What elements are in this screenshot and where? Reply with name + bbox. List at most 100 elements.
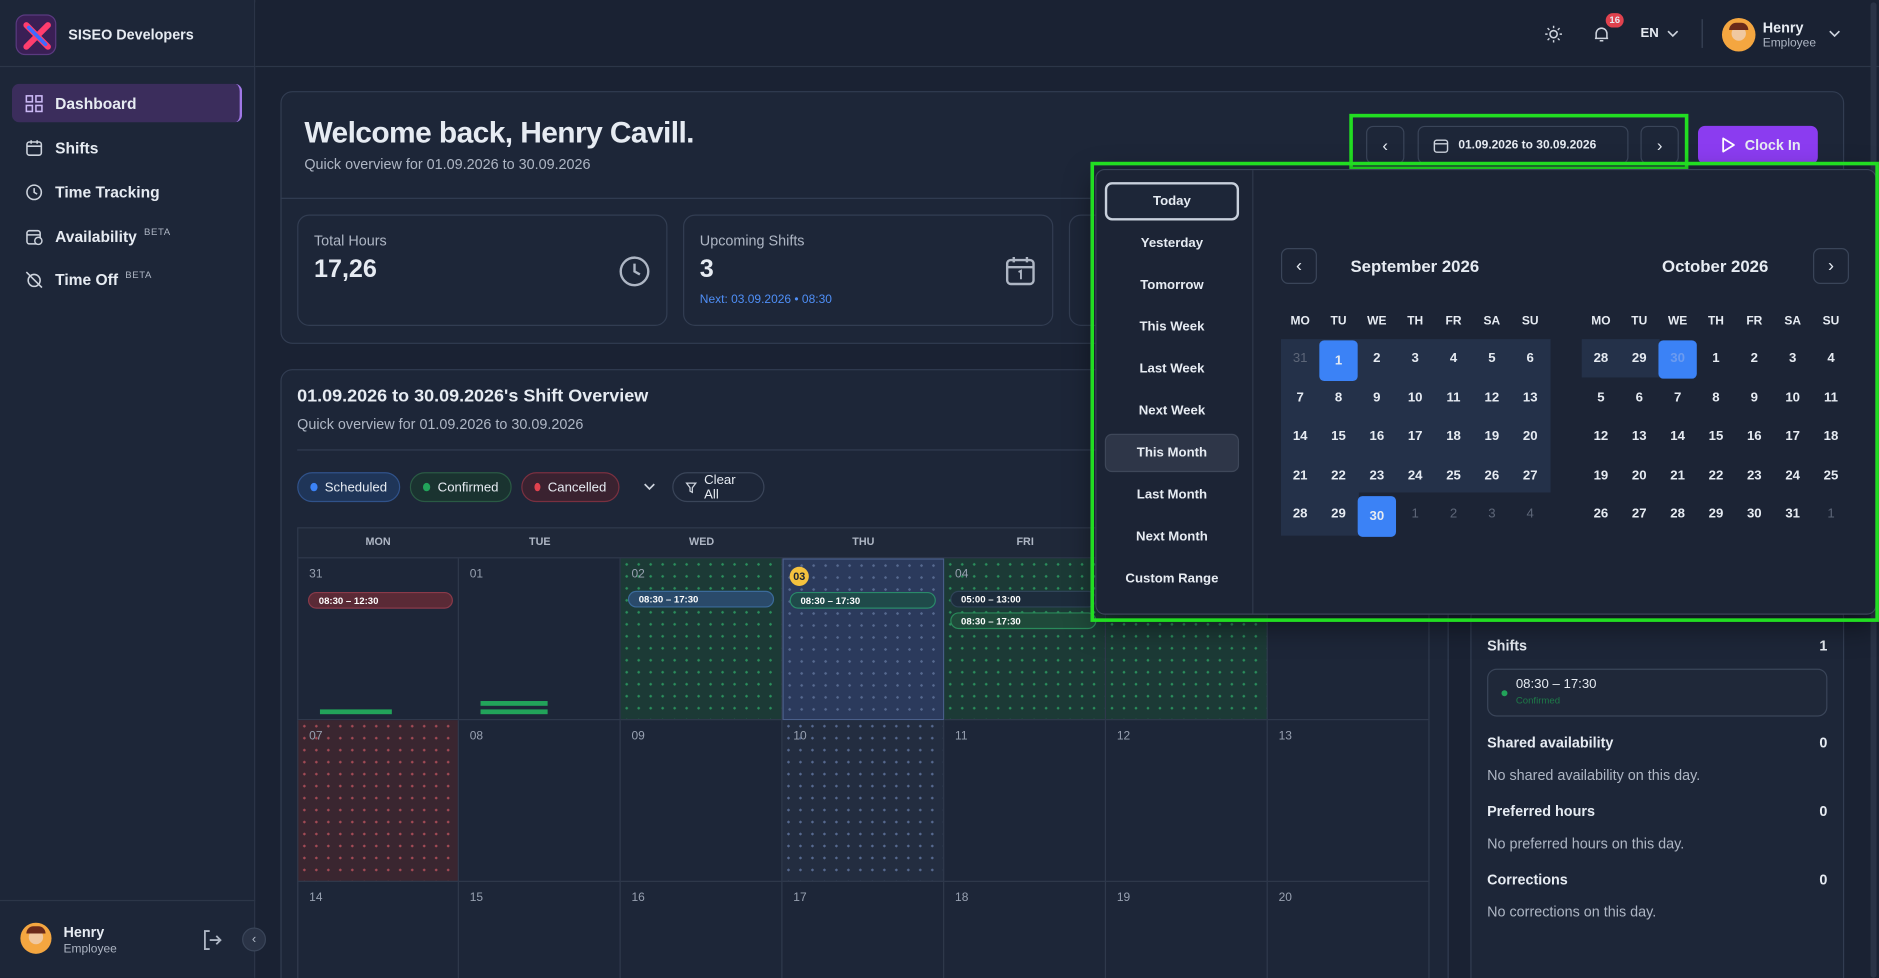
preset-today[interactable]: Today xyxy=(1104,182,1240,221)
preset-yesterday[interactable]: Yesterday xyxy=(1105,224,1239,262)
clear-all-button[interactable]: Clear All xyxy=(672,472,765,503)
day-cell[interactable]: 30 xyxy=(1735,496,1773,532)
day-cell[interactable]: 29 xyxy=(1620,340,1658,376)
day-cell[interactable]: 12 xyxy=(1582,418,1620,454)
day-cell[interactable]: 27 xyxy=(1511,457,1549,493)
preset-last-month[interactable]: Last Month xyxy=(1105,476,1239,514)
day-cell[interactable]: 17 xyxy=(1396,418,1434,454)
day-cell[interactable]: 16 xyxy=(1358,418,1396,454)
collapse-sidebar-button[interactable]: ‹ xyxy=(242,927,267,952)
calendar-day[interactable]: 19 xyxy=(1106,881,1268,978)
calendar-day[interactable]: 07 xyxy=(297,720,459,882)
filter-cancelled[interactable]: Cancelled xyxy=(521,472,620,503)
day-cell[interactable]: 1 xyxy=(1697,340,1735,376)
day-cell[interactable]: 12 xyxy=(1473,379,1511,415)
day-cell[interactable]: 5 xyxy=(1582,379,1620,415)
avatar[interactable] xyxy=(1721,17,1756,52)
filter-scheduled[interactable]: Scheduled xyxy=(297,472,401,503)
day-cell[interactable]: 9 xyxy=(1735,379,1773,415)
nav-time-tracking[interactable]: Time Tracking xyxy=(12,173,242,211)
day-cell[interactable]: 21 xyxy=(1658,457,1696,493)
day-cell[interactable]: 4 xyxy=(1434,340,1472,376)
calendar-day[interactable]: 13 xyxy=(1267,720,1430,882)
day-cell[interactable]: 25 xyxy=(1812,457,1850,493)
calendar-day-today[interactable]: 03 08:30 – 17:30 xyxy=(782,558,945,721)
day-cell[interactable]: 31 xyxy=(1773,496,1811,532)
nav-time-off[interactable]: Time Off BETA xyxy=(12,260,242,298)
day-cell[interactable]: 8 xyxy=(1697,379,1735,415)
preset-next-week[interactable]: Next Week xyxy=(1105,392,1239,430)
day-cell[interactable]: 26 xyxy=(1582,496,1620,532)
chevron-down-icon[interactable] xyxy=(643,482,655,492)
day-cell[interactable]: 18 xyxy=(1812,418,1850,454)
day-cell[interactable]: 15 xyxy=(1697,418,1735,454)
day-cell[interactable]: 6 xyxy=(1511,340,1549,376)
nav-shifts[interactable]: Shifts xyxy=(12,128,242,166)
calendar-day[interactable]: 04 05:00 – 13:00 08:30 – 17:30 xyxy=(944,558,1107,721)
day-cell-range-end[interactable]: 30 xyxy=(1357,496,1397,537)
calendar-day[interactable]: 31 08:30 – 12:30 xyxy=(297,558,459,721)
filter-confirmed[interactable]: Confirmed xyxy=(409,472,512,503)
calendar-day[interactable]: 01 xyxy=(458,558,621,721)
day-cell[interactable]: 9 xyxy=(1358,379,1396,415)
day-cell[interactable]: 18 xyxy=(1434,418,1472,454)
theme-toggle-sun-icon[interactable] xyxy=(1545,25,1563,43)
day-cell[interactable]: 29 xyxy=(1697,496,1735,532)
calendar-day[interactable]: 18 xyxy=(944,881,1107,978)
day-cell[interactable]: 6 xyxy=(1620,379,1658,415)
calendar-day[interactable]: 10 xyxy=(782,720,945,882)
clock-in-button[interactable]: Clock In xyxy=(1697,125,1818,165)
day-cell-outside[interactable]: 2 xyxy=(1434,496,1472,532)
day-cell-outside[interactable]: 31 xyxy=(1281,340,1319,376)
calendar-day[interactable]: 15 xyxy=(459,881,621,978)
day-cell[interactable]: 7 xyxy=(1658,379,1696,415)
shift-chip-confirmed[interactable]: 08:30 – 17:30 xyxy=(789,591,936,609)
day-cell[interactable]: 14 xyxy=(1281,418,1319,454)
logout-icon[interactable] xyxy=(201,929,224,952)
day-cell[interactable]: 13 xyxy=(1620,418,1658,454)
preset-this-month[interactable]: This Month xyxy=(1104,433,1240,473)
day-cell[interactable]: 2 xyxy=(1735,340,1773,376)
shift-item[interactable]: 08:30 – 17:30 Confirmed xyxy=(1487,668,1828,717)
day-cell[interactable]: 26 xyxy=(1473,457,1511,493)
preset-this-week[interactable]: This Week xyxy=(1105,308,1239,346)
day-cell[interactable]: 8 xyxy=(1319,379,1357,415)
preset-last-week[interactable]: Last Week xyxy=(1105,350,1239,388)
day-cell-selected-outside[interactable]: 30 xyxy=(1658,340,1697,379)
day-cell[interactable]: 19 xyxy=(1582,457,1620,493)
language-selector[interactable]: EN xyxy=(1640,26,1658,40)
day-cell[interactable]: 23 xyxy=(1735,457,1773,493)
day-cell[interactable]: 17 xyxy=(1773,418,1811,454)
next-month-button[interactable]: › xyxy=(1813,248,1849,284)
calendar-day[interactable]: 09 xyxy=(620,720,783,882)
shift-chip[interactable]: 05:00 – 13:00 xyxy=(950,590,1097,608)
day-cell[interactable]: 27 xyxy=(1620,496,1658,532)
day-cell-outside[interactable]: 1 xyxy=(1812,496,1850,532)
day-cell[interactable]: 20 xyxy=(1511,418,1549,454)
day-cell[interactable]: 5 xyxy=(1473,340,1511,376)
day-cell[interactable]: 19 xyxy=(1473,418,1511,454)
day-cell[interactable]: 28 xyxy=(1658,496,1696,532)
day-cell[interactable]: 3 xyxy=(1773,340,1811,376)
day-cell[interactable]: 10 xyxy=(1773,379,1811,415)
day-cell-outside[interactable]: 3 xyxy=(1473,496,1511,532)
day-cell[interactable]: 21 xyxy=(1281,457,1319,493)
preset-next-month[interactable]: Next Month xyxy=(1105,518,1239,556)
day-cell-range-start[interactable]: 1 xyxy=(1319,340,1358,382)
calendar-day[interactable]: 08 xyxy=(458,720,621,882)
day-cell[interactable]: 25 xyxy=(1434,457,1472,493)
day-cell-outside[interactable]: 4 xyxy=(1511,496,1549,532)
day-cell[interactable]: 11 xyxy=(1434,379,1472,415)
calendar-day[interactable]: 11 xyxy=(944,720,1107,882)
day-cell-outside[interactable]: 1 xyxy=(1396,496,1434,532)
calendar-day[interactable]: 02 08:30 – 17:30 xyxy=(620,558,783,721)
day-cell[interactable]: 23 xyxy=(1358,457,1396,493)
prev-month-button[interactable]: ‹ xyxy=(1280,248,1317,284)
shift-chip-confirmed[interactable]: 08:30 – 17:30 xyxy=(950,612,1097,630)
day-cell[interactable]: 16 xyxy=(1735,418,1773,454)
calendar-day[interactable]: 16 xyxy=(621,881,783,978)
preset-tomorrow[interactable]: Tomorrow xyxy=(1105,266,1239,304)
day-cell[interactable]: 11 xyxy=(1812,379,1850,415)
day-cell[interactable]: 10 xyxy=(1396,379,1434,415)
day-cell[interactable]: 4 xyxy=(1812,340,1850,376)
